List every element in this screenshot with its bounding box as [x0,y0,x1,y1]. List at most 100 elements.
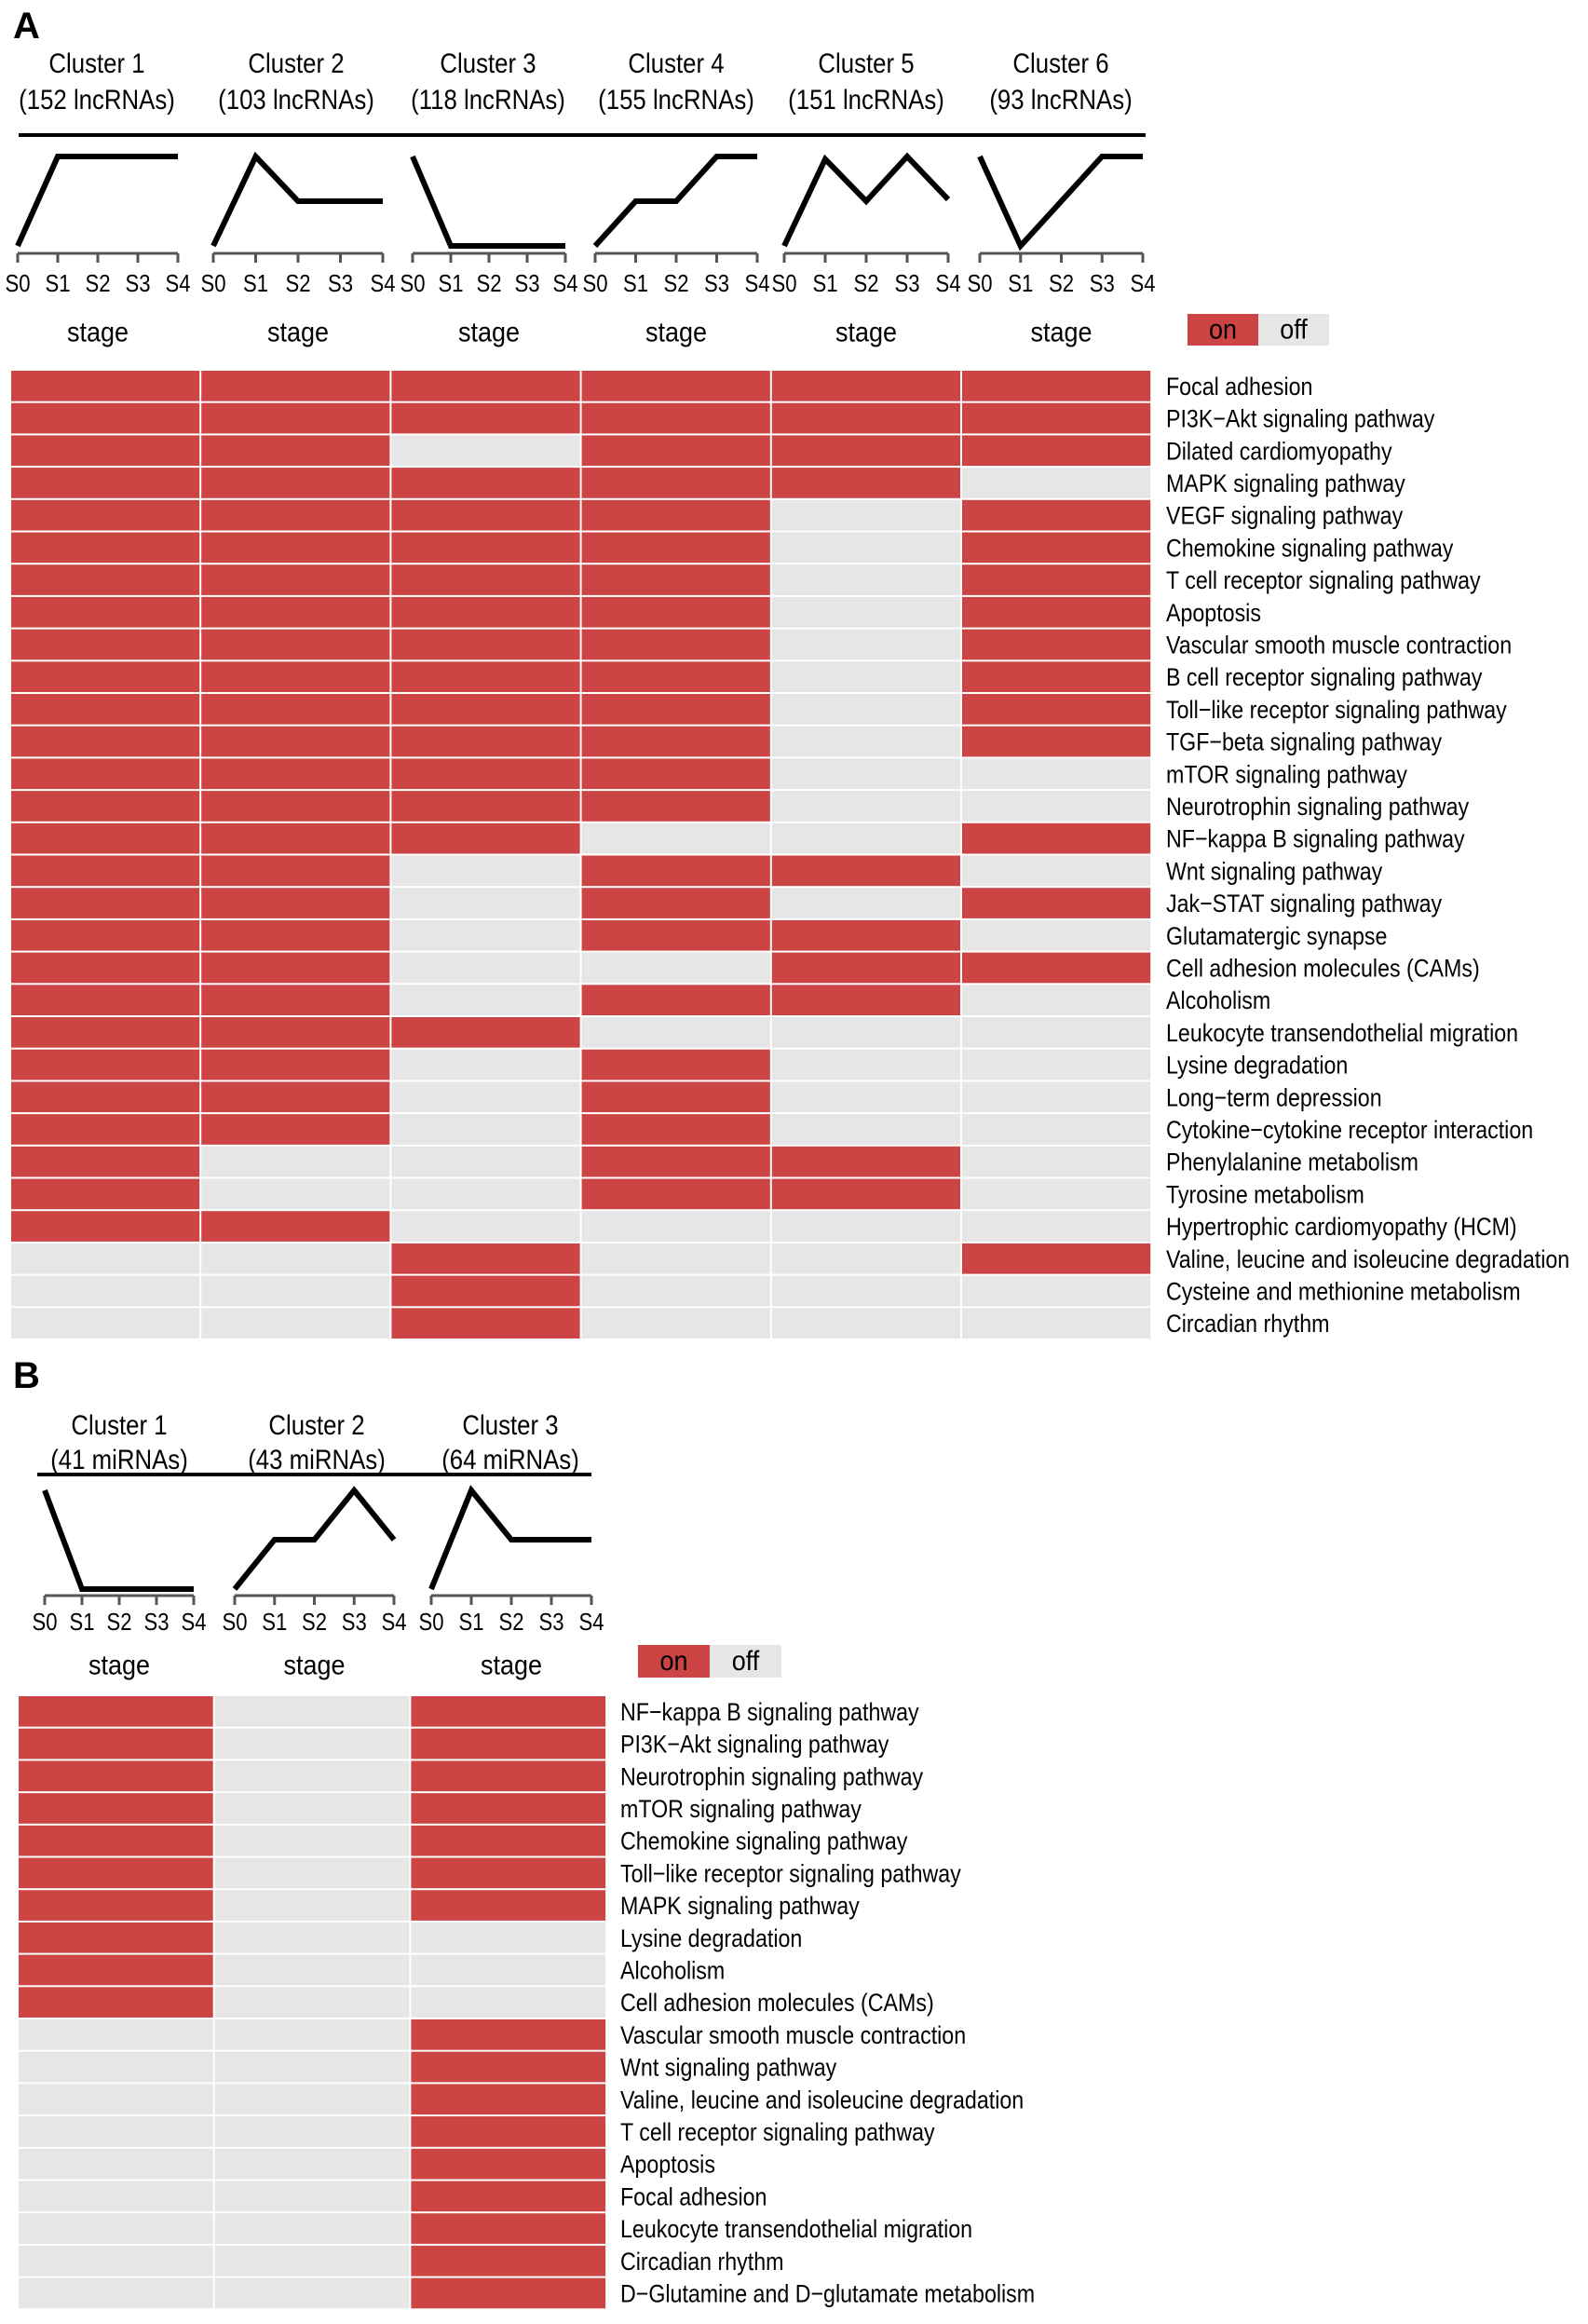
heatmap-cell-on [391,564,580,595]
heatmap-cell-on [411,2213,606,2244]
cluster-title-group: Cluster 3 [462,1409,558,1440]
heatmap-cell-on [962,822,1151,854]
heatmap-cell-off [19,2148,213,2180]
heatmap-cell-off [19,2181,213,2212]
heatmap-cell-on [581,435,770,467]
heatmap-cell-off [214,1696,410,1727]
heatmap-cell-off [214,2277,410,2309]
heatmap-cell-on [411,2051,606,2083]
profile-line [42,1488,194,1592]
heatmap-cell-off [391,1146,580,1177]
profile-line [781,152,951,248]
heatmap-cell-on [391,402,580,434]
heatmap-cell-on [962,532,1151,564]
stage-tick-label-group: S3 [704,270,729,297]
heatmap-cell-on [11,1211,200,1242]
stage-tick-label: S4 [1130,270,1155,297]
stage-axis-label: stage [645,317,707,348]
heatmap-cell-off [411,1954,606,1986]
stage-tick-label: S1 [1008,270,1033,297]
heatmap-cell-off [214,1760,410,1792]
heatmap-row [11,985,1151,1015]
pathway-label-group: T cell receptor signaling pathway [1166,567,1481,595]
heatmap-row [11,822,1151,854]
heatmap-row [11,1178,1151,1210]
pathway-label-group: Neurotrophin signaling pathway [620,1763,924,1791]
heatmap-cell-on [411,2019,606,2050]
heatmap-cell-off [19,2051,213,2083]
heatmap-cell-off [771,1081,960,1113]
cluster-count-group: (151 lncRNAs) [788,84,944,115]
pathway-label-group: Glutamatergic synapse [1166,922,1387,950]
heatmap-cell-off [962,855,1151,887]
cluster-title-group: Cluster 1 [48,48,144,78]
heatmap-row [19,2019,606,2050]
pathway-label: Hypertrophic cardiomyopathy (HCM) [1166,1214,1517,1242]
heatmap-cell-on [581,791,770,822]
heatmap-cell-on [11,726,200,757]
stage-tick-label-group: S2 [106,1609,131,1636]
heatmap-cell-on [962,888,1151,918]
profile-line [428,1485,591,1591]
heatmap-cell-off [962,1081,1151,1113]
pathway-label-group: Lysine degradation [620,1924,802,1952]
cluster-title-group: Cluster 3 [440,48,536,78]
heatmap-cell-off [771,1275,960,1307]
stage-axis-label-group: stage [458,317,520,348]
heatmap-cell-off [391,985,580,1015]
heatmap-cell-on [391,661,580,692]
heatmap-cell-on [771,1146,960,1177]
heatmap-cell-on [581,1146,770,1177]
stage-tick-label: S1 [812,270,837,297]
pathway-label-group: Apoptosis [1166,599,1261,627]
pathway-label: mTOR signaling pathway [1166,761,1407,789]
heatmap-cell-on [771,952,960,984]
stage-tick-label-group: S1 [69,1609,94,1636]
pathway-label-group: Vascular smooth muscle contraction [1166,632,1512,659]
pathway-label: Wnt signaling pathway [1166,858,1383,886]
stage-tick-label: S3 [125,270,150,297]
heatmap-cell-on [11,661,200,692]
heatmap-cell-off [771,822,960,854]
heatmap-cell-on [201,1049,390,1080]
pathway-label-group: Cell adhesion molecules (CAMs) [1166,955,1480,983]
heatmap-row [11,596,1151,628]
stage-tick-label: S1 [438,270,463,297]
pathway-label-group: Toll−like receptor signaling pathway [1166,696,1507,724]
legend-on-label-group: on [659,1646,687,1678]
stage-tick-label-group: S2 [853,270,878,297]
stage-tick-label: S0 [967,270,992,297]
pathway-label: Cell adhesion molecules (CAMs) [620,1990,934,2018]
heatmap-cell-on [391,532,580,564]
heatmap-cell-on [411,2277,606,2309]
pathway-label: Jak−STAT signaling pathway [1166,890,1442,918]
heatmap-cell-off [391,1081,580,1113]
heatmap-cell-on [11,855,200,887]
heatmap-cell-on [201,371,390,401]
heatmap-cell-on [11,1081,200,1113]
heatmap-cell-on [11,1049,200,1080]
cluster-count: (64 miRNAs) [441,1444,579,1475]
pathway-label: Lysine degradation [620,1924,802,1952]
heatmap-cell-off [19,2084,213,2115]
heatmap-cell-on [19,1857,213,1889]
heatmap-cell-on [962,402,1151,434]
heatmap-cell-off [11,1275,200,1307]
cluster-count-group: (103 lncRNAs) [218,84,374,115]
heatmap-cell-on [581,1178,770,1210]
legend-off-label-group: off [732,1646,760,1678]
panel-a: A Cluster 1 (152 lncRNAs) Cluster 2 (103 lnc… [5,6,1569,1339]
pathway-label: Chemokine signaling pathway [620,1828,908,1855]
heatmap-cell-off [962,1049,1151,1080]
heatmap-row [19,1987,606,2018]
pathway-label: Long−term depression [1166,1084,1382,1112]
heatmap-cell-off [962,468,1151,498]
pathway-label-group: Focal adhesion [620,2183,767,2211]
heatmap-cell-on [201,1211,390,1242]
heatmap-cell-on [19,1696,213,1727]
stage-tick-label: S0 [418,1609,443,1636]
cluster-title-group: Cluster 2 [248,48,344,78]
cluster-count-group: (152 lncRNAs) [19,84,175,115]
heatmap-cell-on [581,855,770,887]
heatmap-cell-off [581,1308,770,1339]
